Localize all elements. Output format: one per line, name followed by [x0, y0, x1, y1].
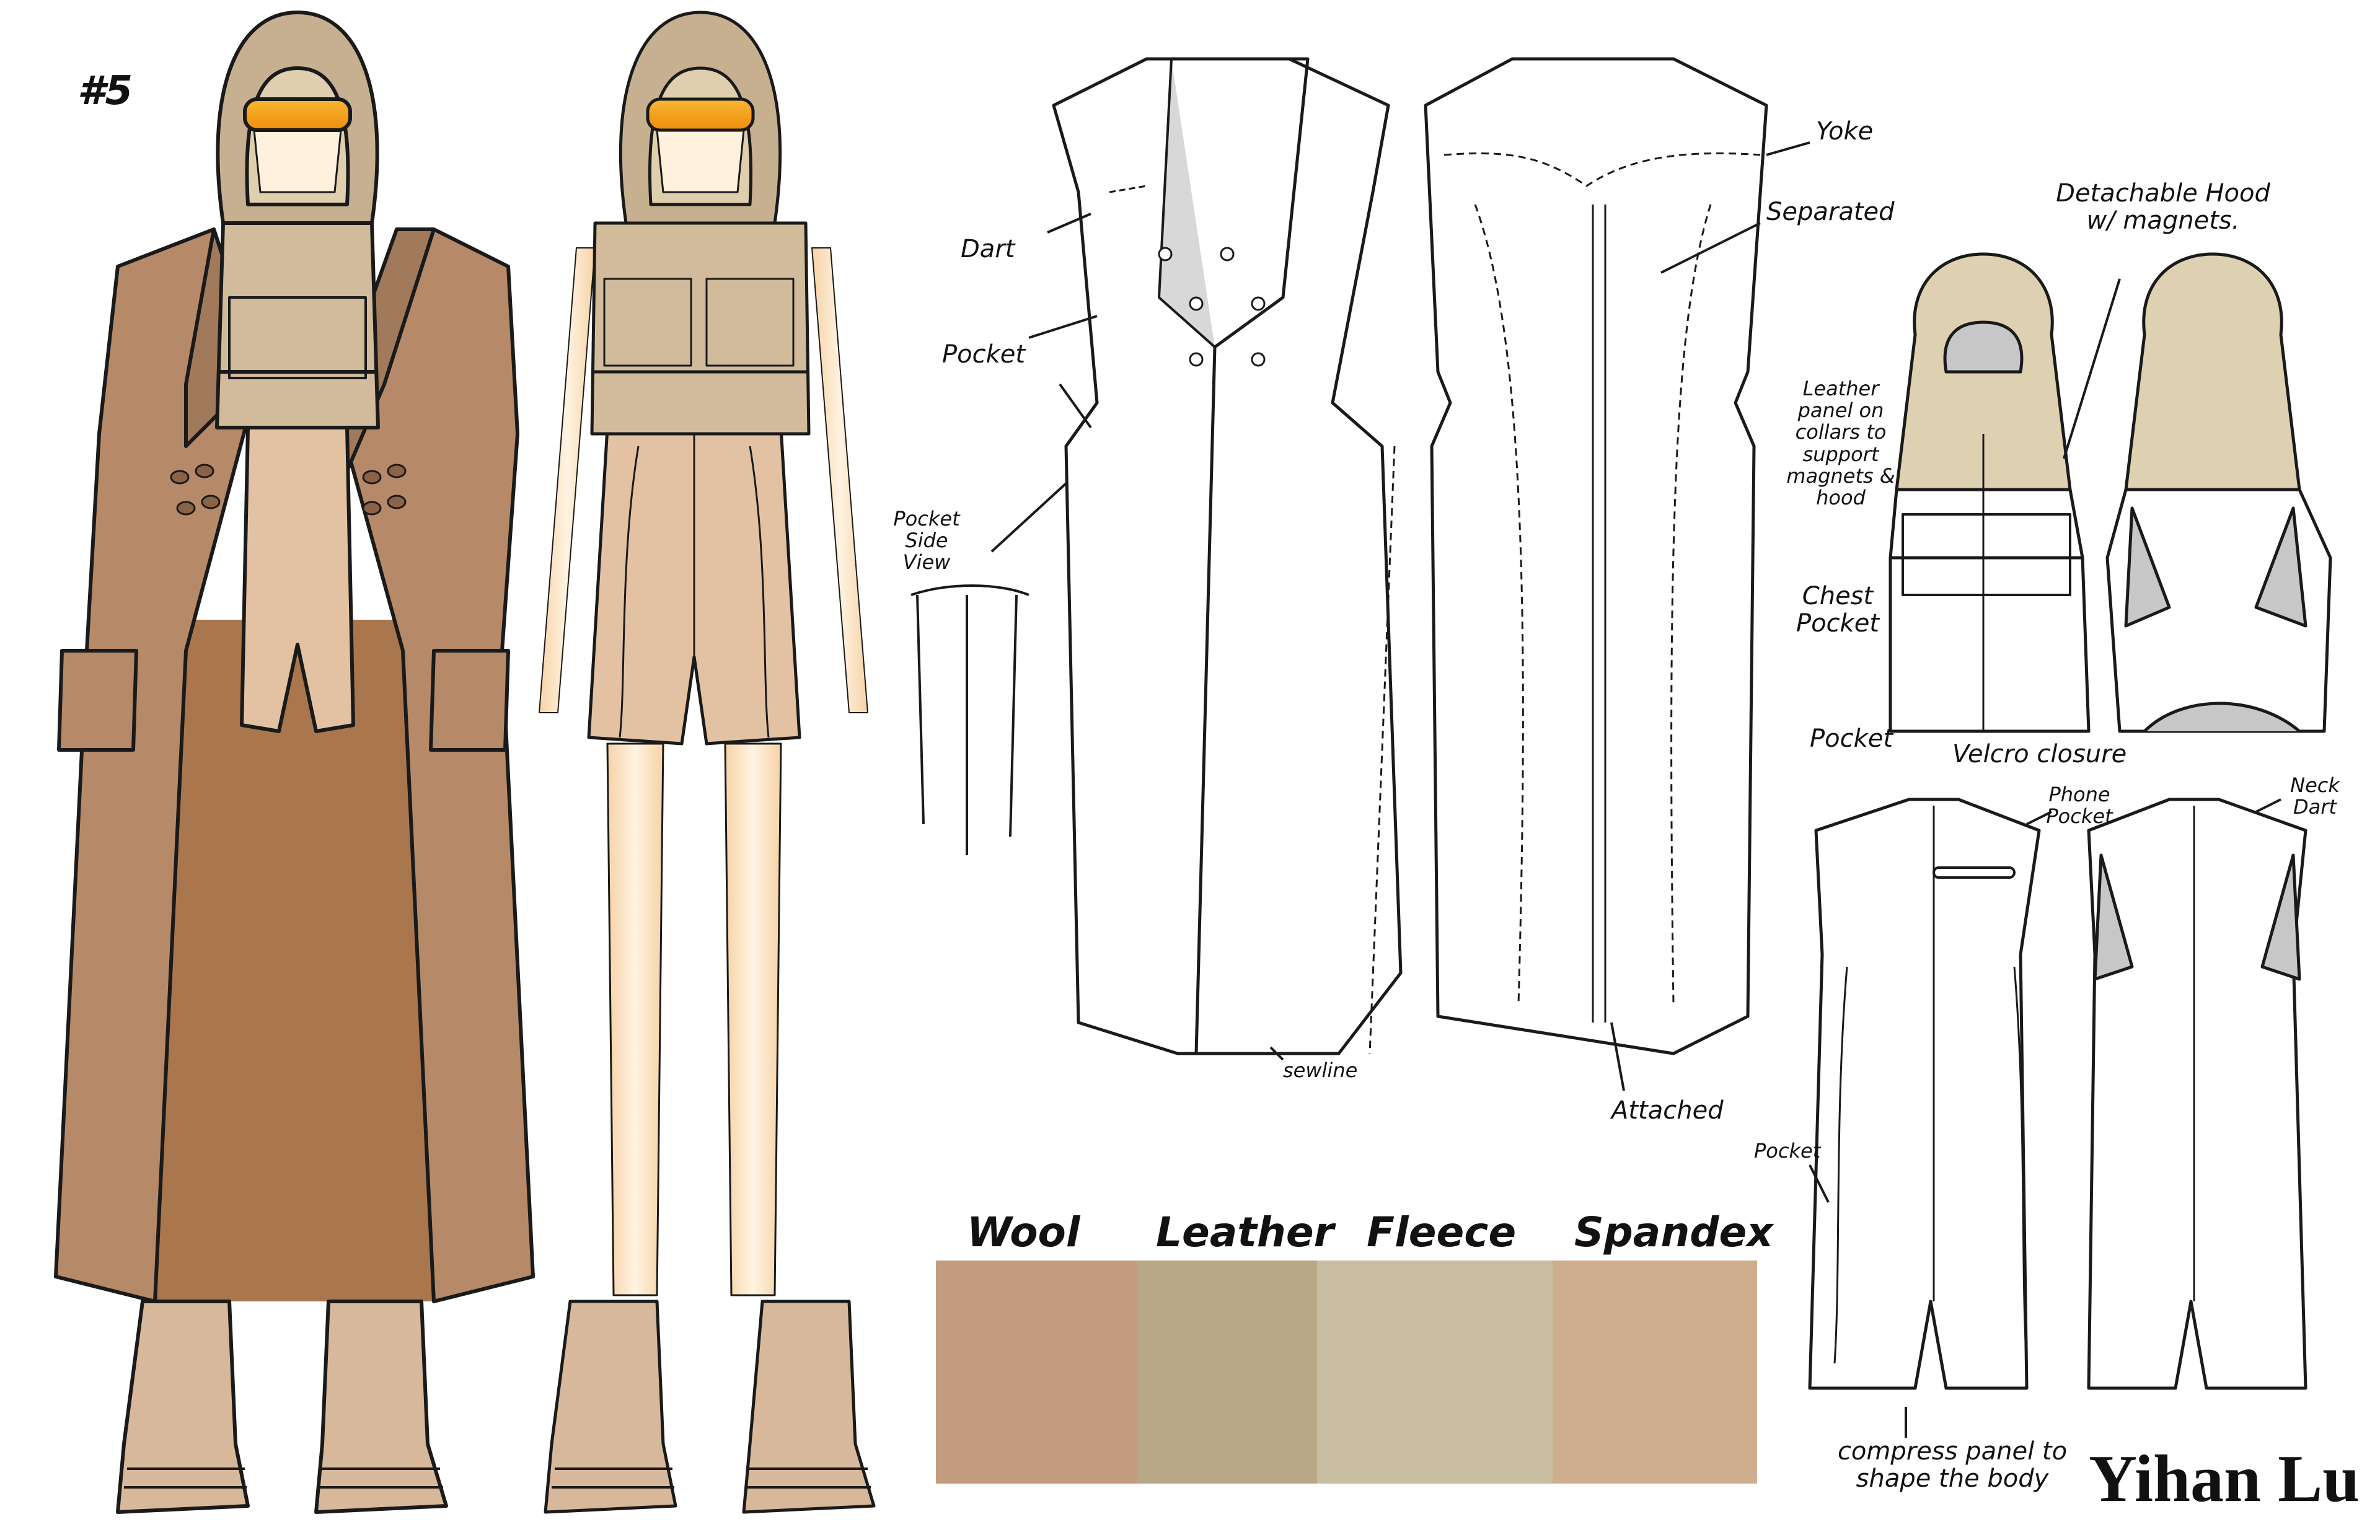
designer-signature: Yihan Lu [2089, 1442, 2360, 1516]
figure-coat-look [54, 11, 535, 1514]
coat-flat-back [1424, 57, 1768, 1055]
vest-flat-back [2105, 252, 2332, 733]
coat-flat-front [1052, 57, 1403, 1055]
label-neck-dart: Neck Dart [2290, 773, 2340, 819]
label-leather-panel: Leather panel on collars to support magn… [1786, 377, 1895, 509]
fabric-label-wool: Wool [967, 1208, 1080, 1256]
romper-flat-front [1808, 798, 2041, 1390]
fabric-swatch-leather [1137, 1261, 1317, 1484]
label-detachable-hood: Detachable Hood w/ magnets. [2056, 179, 2270, 235]
fabric-label-spandex: Spandex [1574, 1208, 1773, 1256]
label-pocket-side-view: Pocket Side View [893, 507, 960, 574]
figure-romper-look [539, 11, 876, 1514]
fabric-swatch-fleece [1317, 1261, 1553, 1484]
hood-back [2124, 252, 2301, 491]
label-sewline: sewline [1283, 1058, 1358, 1082]
vest-flat-front [1889, 252, 2091, 733]
fabric-swatch-spandex [1553, 1261, 1757, 1484]
boot-right [314, 1300, 448, 1514]
label-phone-pocket: Phone Pocket [2046, 783, 2113, 829]
visor [243, 97, 352, 132]
label-pocket-vest: Pocket [1810, 724, 1893, 753]
label-yoke: Yoke [1816, 117, 1874, 146]
label-dart: Dart [961, 235, 1015, 263]
label-pocket-coat: Pocket [942, 340, 1026, 369]
label-chest-pocket: Chest Pocket [1796, 582, 1880, 638]
look-number: #5 [77, 68, 133, 114]
label-compress-panel: compress panel to shape the body [1837, 1437, 2068, 1493]
label-attached: Attached [1611, 1096, 1724, 1125]
romper-flat-back [2087, 798, 2307, 1390]
pocket-side-view-drawing [910, 584, 1029, 855]
boot-left [116, 1300, 250, 1514]
fabric-label-leather: Leather [1156, 1208, 1334, 1256]
vest [590, 221, 811, 436]
label-separated: Separated [1766, 198, 1895, 226]
fabric-label-fleece: Fleece [1367, 1208, 1517, 1256]
label-velcro-closure: Velcro closure [1952, 740, 2127, 768]
label-pocket-romper: Pocket [1754, 1139, 1821, 1163]
fabric-swatch-wool [936, 1261, 1137, 1484]
